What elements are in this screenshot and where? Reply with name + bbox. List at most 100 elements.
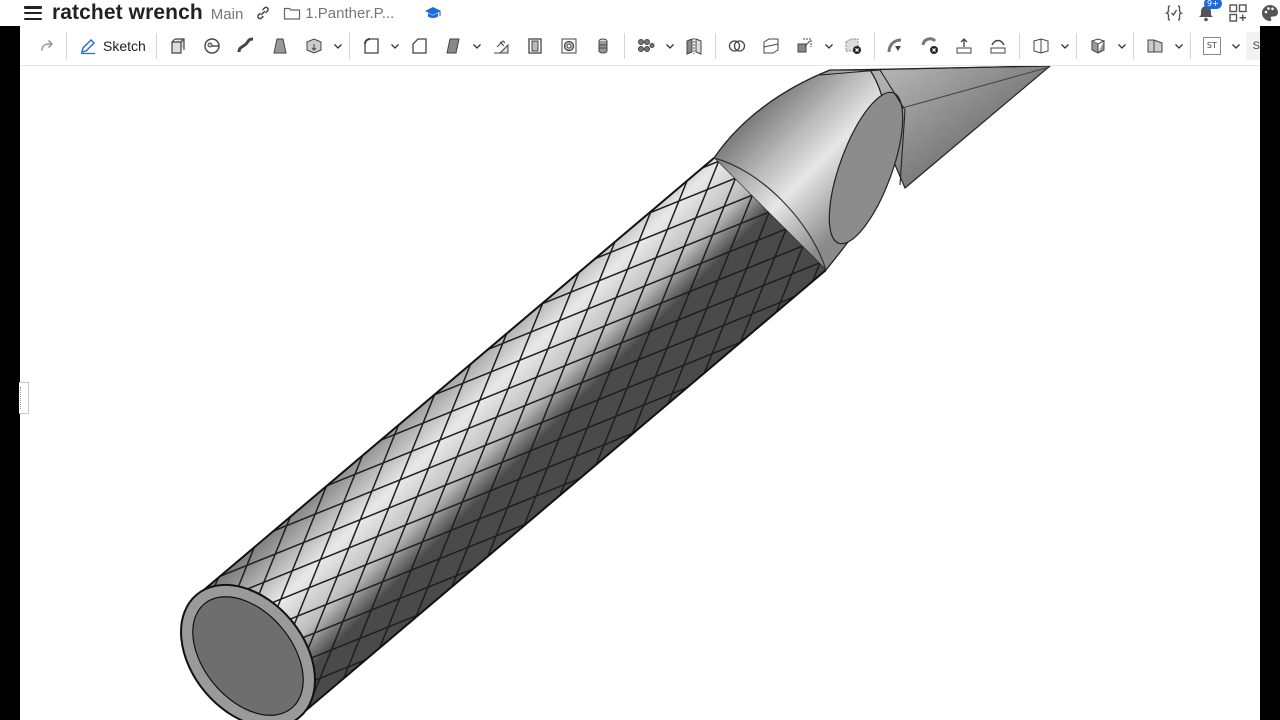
fillet-dropdown[interactable] (388, 31, 402, 61)
chevron-down-icon (665, 43, 674, 49)
chevron-down-icon (390, 43, 399, 49)
toolbar-separator (1075, 32, 1077, 59)
split-icon (763, 38, 779, 53)
redo-button[interactable] (32, 31, 62, 61)
thicken-button[interactable] (297, 31, 331, 61)
folder-icon[interactable] (283, 5, 301, 21)
mate-connector-dropdown[interactable] (1115, 31, 1129, 61)
thread-button[interactable] (586, 31, 620, 61)
toolbar-separator (1018, 32, 1020, 59)
extrude-icon (171, 37, 185, 54)
variable-icon[interactable] (1164, 3, 1184, 23)
hole-button[interactable] (552, 31, 586, 61)
mate-connector-icon (1090, 37, 1106, 54)
panel-resize-handle[interactable] (19, 382, 29, 414)
feature-toolbar: Sketch ST S (20, 26, 1260, 66)
toolbar-separator (714, 32, 716, 59)
plane-icon (1033, 37, 1049, 54)
rib-icon (493, 39, 509, 53)
chevron-down-icon (1117, 43, 1126, 49)
mate-connector-button[interactable] (1081, 31, 1115, 61)
loft-icon (273, 38, 287, 53)
shell-button[interactable] (518, 31, 552, 61)
toolbar-separator (623, 32, 625, 59)
sheet-metal-button[interactable] (1138, 31, 1172, 61)
pattern-button[interactable] (629, 31, 663, 61)
redo-icon (41, 39, 54, 51)
standard-content-dropdown[interactable] (1229, 31, 1243, 61)
revolve-button[interactable] (195, 31, 229, 61)
palette-icon[interactable] (1260, 3, 1280, 23)
boolean-button[interactable] (720, 31, 754, 61)
modify-fillet-icon (887, 38, 901, 52)
delete-face-button[interactable] (913, 31, 947, 61)
toolbar-overflow-button[interactable]: S (1246, 32, 1260, 60)
chamfer-icon (412, 37, 427, 54)
draft-button[interactable] (436, 31, 470, 61)
standard-content-icon: ST (1202, 36, 1221, 55)
sketch-label: Sketch (103, 37, 146, 54)
sheet-metal-icon (1147, 39, 1163, 52)
delete-part-button[interactable] (836, 31, 870, 61)
part-model[interactable] (20, 66, 1260, 720)
loft-button[interactable] (263, 31, 297, 61)
chevron-down-icon (1231, 43, 1240, 49)
draft-dropdown[interactable] (470, 31, 484, 61)
toolbar-separator (1132, 32, 1134, 59)
toolbar-separator (348, 32, 350, 59)
delete-part-icon (845, 38, 861, 54)
move-face-icon (956, 37, 972, 53)
pattern-dropdown[interactable] (663, 31, 677, 61)
chevron-down-icon (1060, 43, 1069, 49)
plane-dropdown[interactable] (1058, 31, 1072, 61)
toolbar-separator (873, 32, 875, 59)
chevron-down-icon (472, 43, 481, 49)
rib-button[interactable] (484, 31, 518, 61)
modify-fillet-button[interactable] (879, 31, 913, 61)
more-create-dropdown[interactable] (331, 31, 345, 61)
toolbar-separator (66, 32, 67, 59)
boolean-icon (728, 39, 745, 52)
sketch-button[interactable]: Sketch (71, 31, 152, 61)
graduation-cap-icon[interactable] (424, 5, 442, 21)
transform-icon (797, 38, 812, 52)
toolbar-separator (155, 32, 157, 59)
apps-grid-icon[interactable] (1228, 3, 1248, 23)
branch-name[interactable]: Main (211, 6, 244, 23)
extrude-button[interactable] (161, 31, 195, 61)
hole-icon (561, 38, 577, 53)
notification-badge: 9+ (1204, 0, 1222, 9)
sweep-button[interactable] (229, 31, 263, 61)
bell-icon[interactable]: 9+ (1196, 0, 1222, 23)
transform-dropdown[interactable] (822, 31, 836, 61)
fillet-button[interactable] (354, 31, 388, 61)
chamfer-button[interactable] (402, 31, 436, 61)
shell-icon (528, 37, 542, 54)
move-face-button[interactable] (947, 31, 981, 61)
replace-face-icon (990, 39, 1006, 53)
mirror-button[interactable] (677, 31, 711, 61)
delete-face-icon (921, 36, 938, 54)
toolbar-separator (1189, 32, 1191, 59)
header-actions: 9+ (1152, 0, 1280, 26)
chevron-down-icon (1174, 43, 1183, 49)
chevron-down-icon (333, 43, 342, 49)
title-bar: ratchet wrench Main 1.Panther.P... 9+ (0, 0, 1280, 26)
link-icon[interactable] (255, 5, 271, 21)
sheet-metal-dropdown[interactable] (1172, 31, 1186, 61)
graphics-viewport[interactable] (20, 66, 1260, 720)
fillet-icon (363, 37, 379, 54)
revolve-icon (204, 37, 220, 54)
plane-button[interactable] (1024, 31, 1058, 61)
pattern-icon (637, 38, 655, 52)
draft-icon (446, 38, 460, 53)
replace-face-button[interactable] (981, 31, 1015, 61)
thicken-icon (306, 37, 322, 54)
transform-button[interactable] (788, 31, 822, 61)
chevron-down-icon (824, 43, 833, 49)
document-title[interactable]: ratchet wrench (52, 1, 203, 25)
hamburger-icon[interactable] (24, 6, 42, 20)
split-button[interactable] (754, 31, 788, 61)
standard-content-button[interactable]: ST (1195, 31, 1229, 61)
folder-name[interactable]: 1.Panther.P... (305, 5, 394, 22)
